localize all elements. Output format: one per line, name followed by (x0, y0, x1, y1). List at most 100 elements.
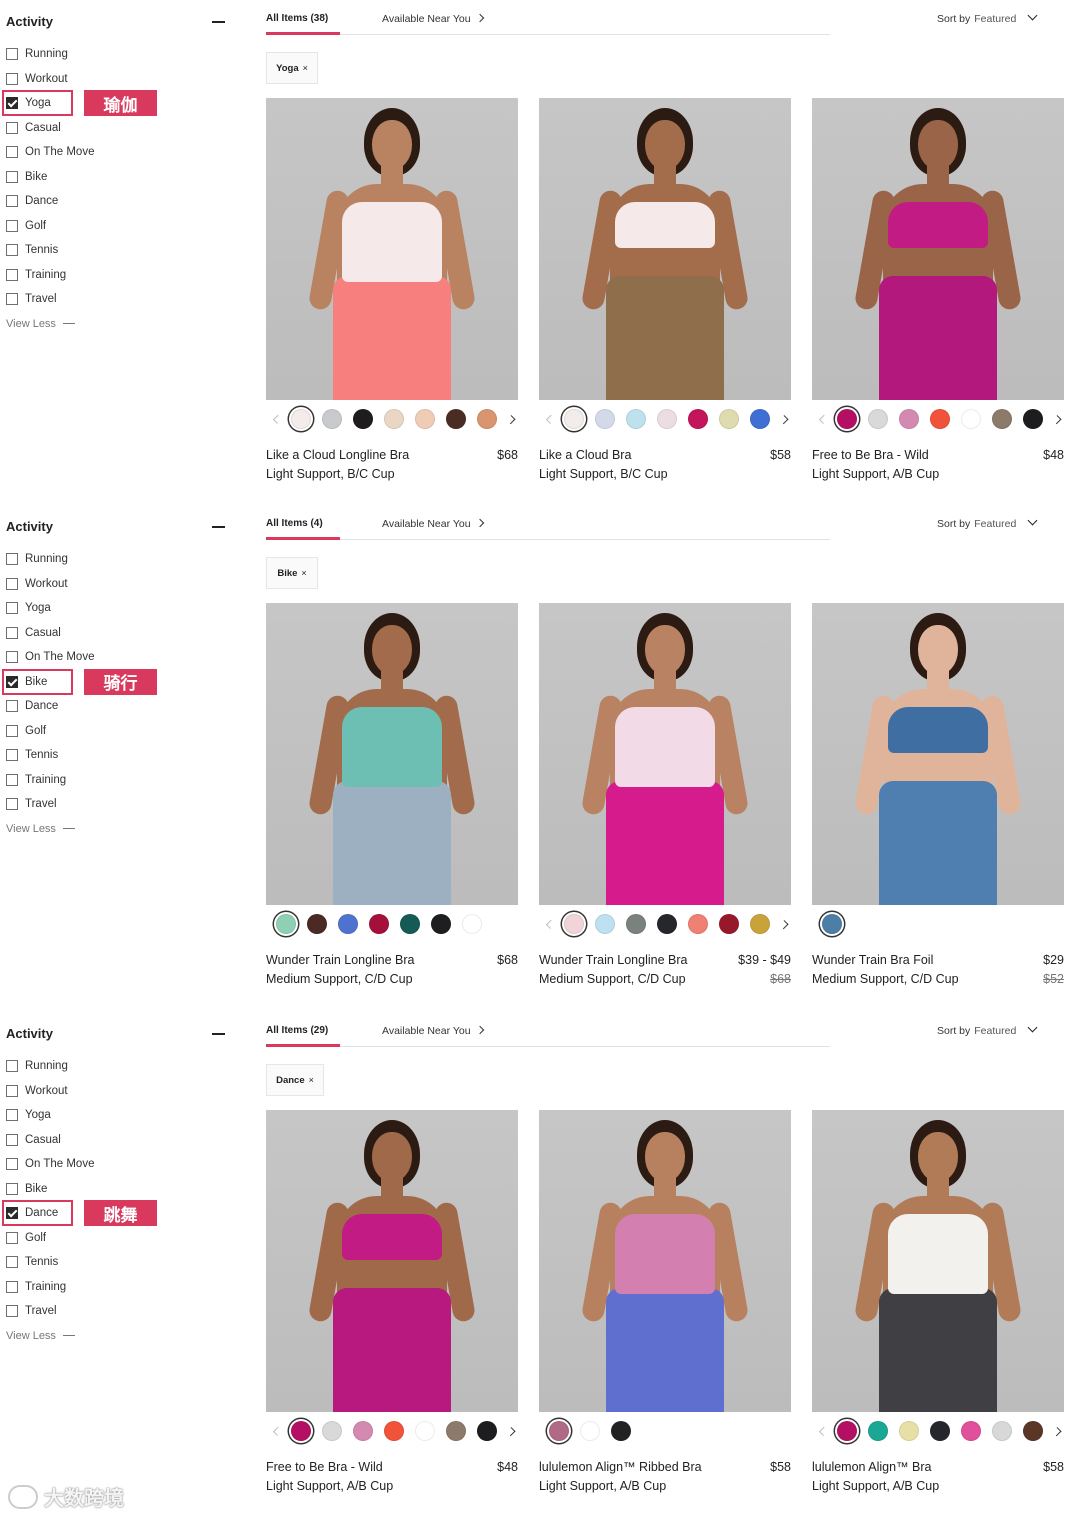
color-swatch[interactable] (291, 1421, 311, 1441)
filter-option-training[interactable]: Training (6, 265, 66, 285)
active-filter-chip[interactable]: Dance × (266, 1064, 324, 1096)
color-swatch[interactable] (688, 409, 708, 429)
filter-option-running[interactable]: Running (6, 44, 68, 64)
checkbox[interactable] (6, 553, 18, 565)
chevron-left-icon[interactable] (273, 414, 283, 424)
chevron-left-icon[interactable] (546, 919, 556, 929)
filter-option-on-the-move[interactable]: On The Move (6, 1154, 94, 1174)
chevron-right-icon[interactable] (778, 414, 788, 424)
filter-option-dance[interactable]: Dance (6, 191, 58, 211)
color-swatch[interactable] (477, 409, 497, 429)
tab-all-items[interactable]: All Items (4) (266, 518, 323, 529)
color-swatch[interactable] (430, 914, 451, 934)
product-card[interactable]: lululemon Align™ Bra Light Support, A/B C… (812, 1110, 1064, 1493)
color-swatch[interactable] (461, 914, 482, 934)
product-card[interactable]: Like a Cloud Bra Light Support, B/C Cup $5… (539, 98, 791, 481)
checkbox[interactable] (6, 1084, 18, 1097)
checkbox[interactable] (6, 724, 18, 737)
filter-option-workout[interactable]: Workout (6, 1081, 68, 1101)
color-swatch[interactable] (322, 1421, 342, 1441)
color-swatch[interactable] (837, 409, 857, 429)
checkbox[interactable] (6, 700, 18, 712)
product-name[interactable]: Like a Cloud Longline Bra (266, 448, 466, 462)
checkbox[interactable] (6, 602, 18, 614)
checkbox[interactable] (6, 1158, 18, 1170)
checkbox[interactable] (6, 1305, 18, 1317)
filter-option-yoga[interactable]: Yoga (6, 1105, 51, 1125)
filter-option-workout[interactable]: Workout (6, 69, 68, 89)
checkbox[interactable] (6, 170, 18, 183)
tab-available-near-you[interactable]: Available Near You (382, 518, 484, 530)
color-swatch[interactable] (1023, 1421, 1043, 1441)
color-swatch[interactable] (610, 1421, 631, 1441)
color-swatch[interactable] (657, 409, 677, 429)
chevron-right-icon[interactable] (1051, 414, 1061, 424)
product-name[interactable]: Wunder Train Longline Bra (266, 953, 466, 967)
product-image[interactable] (266, 98, 518, 400)
tab-available-near-you[interactable]: Available Near You (382, 1025, 484, 1037)
checkbox[interactable] (6, 1182, 18, 1195)
product-name[interactable]: lululemon Align™ Ribbed Bra (539, 1460, 739, 1474)
color-swatch[interactable] (719, 409, 739, 429)
color-swatch[interactable] (626, 409, 646, 429)
chevron-right-icon[interactable] (505, 1426, 515, 1436)
tab-all-items[interactable]: All Items (38) (266, 13, 328, 24)
checkbox[interactable] (6, 749, 18, 761)
color-swatch[interactable] (275, 914, 296, 934)
checkbox[interactable] (6, 146, 18, 158)
color-swatch[interactable] (353, 1421, 373, 1441)
color-swatch[interactable] (477, 1421, 497, 1441)
product-name[interactable]: Wunder Train Longline Bra (539, 953, 739, 967)
color-swatch[interactable] (548, 1421, 569, 1441)
filter-option-golf[interactable]: Golf (6, 1228, 46, 1248)
color-swatch[interactable] (564, 409, 584, 429)
color-swatch[interactable] (322, 409, 342, 429)
filter-option-tennis[interactable]: Tennis (6, 240, 58, 260)
filter-option-dance[interactable]: Dance (6, 696, 58, 716)
color-swatch[interactable] (688, 914, 708, 934)
view-less-link[interactable]: View Less (6, 823, 75, 835)
color-swatch[interactable] (750, 409, 770, 429)
checkbox[interactable] (6, 1133, 18, 1146)
checkbox[interactable] (6, 293, 18, 305)
product-image[interactable] (539, 1110, 791, 1412)
color-swatch[interactable] (719, 914, 739, 934)
close-icon[interactable]: × (303, 63, 308, 73)
chevron-right-icon[interactable] (505, 414, 515, 424)
filter-option-casual[interactable]: Casual (6, 118, 61, 138)
color-swatch[interactable] (337, 914, 358, 934)
sort-dropdown[interactable]: Sort by Featured (937, 10, 1038, 25)
product-card[interactable]: lululemon Align™ Ribbed Bra Light Support… (539, 1110, 791, 1493)
checkbox[interactable] (6, 1231, 18, 1244)
product-image[interactable] (539, 603, 791, 905)
filter-option-travel[interactable]: Travel (6, 794, 57, 814)
product-card[interactable]: Free to Be Bra - Wild Light Support, A/B … (812, 98, 1064, 481)
product-image[interactable] (812, 1110, 1064, 1412)
product-name[interactable]: Free to Be Bra - Wild (266, 1460, 466, 1474)
color-swatch[interactable] (750, 914, 770, 934)
checkbox[interactable] (6, 626, 18, 639)
checkbox[interactable] (6, 48, 18, 60)
sort-dropdown[interactable]: Sort by Featured (937, 515, 1038, 530)
color-swatch[interactable] (446, 409, 466, 429)
filter-option-casual[interactable]: Casual (6, 1130, 61, 1150)
filter-option-yoga[interactable]: Yoga (6, 598, 51, 618)
color-swatch[interactable] (595, 914, 615, 934)
product-card[interactable]: Wunder Train Longline Bra Medium Support,… (539, 603, 791, 986)
chevron-left-icon[interactable] (273, 1426, 283, 1436)
checkbox[interactable] (6, 798, 18, 810)
filter-option-running[interactable]: Running (6, 1056, 68, 1076)
view-less-link[interactable]: View Less (6, 318, 75, 330)
product-name[interactable]: Wunder Train Bra Foil (812, 953, 1012, 967)
color-swatch[interactable] (821, 914, 842, 934)
color-swatch[interactable] (930, 1421, 950, 1441)
filter-option-tennis[interactable]: Tennis (6, 1252, 58, 1272)
checkbox[interactable] (6, 121, 18, 134)
checkbox[interactable] (6, 219, 18, 232)
filter-option-bike[interactable]: Bike (6, 1179, 47, 1199)
color-swatch[interactable] (595, 409, 615, 429)
close-icon[interactable]: × (309, 1075, 314, 1085)
color-swatch[interactable] (384, 1421, 404, 1441)
color-swatch[interactable] (868, 1421, 888, 1441)
checkbox[interactable] (6, 577, 18, 590)
